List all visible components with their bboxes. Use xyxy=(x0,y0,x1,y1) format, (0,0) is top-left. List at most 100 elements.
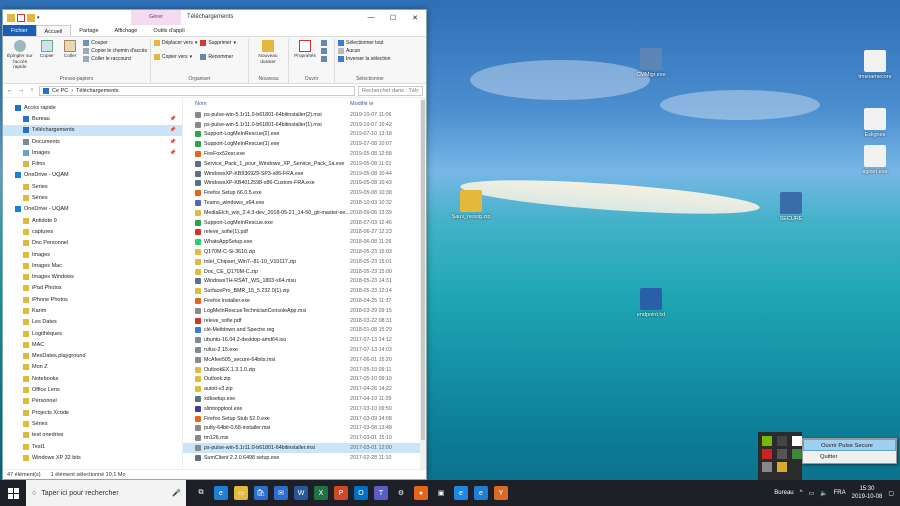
edge2-icon[interactable]: e xyxy=(474,486,488,500)
forward-button[interactable]: → xyxy=(17,87,25,94)
chevron-down-icon[interactable]: ▾ xyxy=(37,14,45,22)
sidebar-item[interactable]: MAC xyxy=(3,339,182,350)
file-row[interactable]: Doc_CE_Q170M-C.zip 2018-05-23 15:00 xyxy=(183,267,426,277)
sidebar-item[interactable]: Téléchargements 📌 xyxy=(3,124,182,136)
file-row[interactable]: ubuntu-16.04.2-desktop-amd64.iso 2017-07-… xyxy=(183,335,426,345)
desktop-icon[interactable]: tmsnamecore xyxy=(852,50,898,80)
menu-item-quit[interactable]: Quitter xyxy=(803,451,896,463)
file-row[interactable]: ps-pulse-win-5.1r11.0-b61801-64bitinstal… xyxy=(183,120,426,130)
file-row[interactable]: WindowsXP-KB936929-SP3-x86-FRA.exe 2019-0… xyxy=(183,169,426,179)
notification-icon[interactable]: ▢ xyxy=(888,490,894,497)
search-input[interactable]: Rechercher dans : Téléchargements⌕ xyxy=(358,85,423,96)
file-row[interactable]: releve_sofie.pdf 2018-03-22 08:31 xyxy=(183,316,426,326)
up-button[interactable]: ↑ xyxy=(28,87,36,94)
sidebar-item[interactable]: iPad Photos xyxy=(3,283,182,294)
file-row[interactable]: ps-pulse-win-5.1r11.0-b61801-64bitinstal… xyxy=(183,110,426,120)
minimize-button[interactable]: — xyxy=(360,10,382,25)
tab-file[interactable]: Fichier xyxy=(3,25,36,36)
explorer-icon[interactable]: ▭ xyxy=(234,486,248,500)
file-row[interactable]: clé-Meltdown and Spectre.reg 2018-01-08 1… xyxy=(183,326,426,336)
breadcrumb-downloads[interactable]: Téléchargements xyxy=(76,88,119,94)
chevron-up-icon[interactable]: ^ xyxy=(800,490,803,496)
column-date[interactable]: Modifié le xyxy=(350,101,374,107)
sidebar-item[interactable]: test onedrive xyxy=(3,430,182,441)
file-row[interactable]: WhatsAppSetup.exe 2018-06-08 11:26 xyxy=(183,237,426,247)
file-row[interactable]: rufus-2.15.exe 2017-07-13 14:03 xyxy=(183,345,426,355)
open-icon[interactable] xyxy=(321,40,327,46)
desktop-label[interactable]: Bureau xyxy=(774,490,793,496)
invert-selection-button[interactable]: Inverser la sélection xyxy=(338,56,390,62)
file-row[interactable]: slimtopptool.exe 2017-03-10 09:50 xyxy=(183,404,426,414)
new-folder-icon[interactable] xyxy=(27,13,35,22)
sidebar-item[interactable]: Notebooks xyxy=(3,373,182,384)
firefox-icon[interactable]: ● xyxy=(414,486,428,500)
menu-item-open-pulse[interactable]: Ouvrir Pulse Secure xyxy=(803,439,896,451)
sidebar-item[interactable]: Antidote 9 xyxy=(3,215,182,226)
sidebar-item[interactable]: Karim xyxy=(3,305,182,316)
shield-icon[interactable] xyxy=(792,449,802,459)
file-row[interactable]: Support-LogMeInRescue(2).exe 2019-07-10 1… xyxy=(183,130,426,140)
desktop-icon[interactable]: SECURE xyxy=(768,192,814,222)
sidebar-item[interactable]: Series xyxy=(3,181,182,192)
sidebar-item[interactable]: iPhone Photos xyxy=(3,294,182,305)
move-to-button[interactable]: Déplacer vers ▾ xyxy=(154,40,197,46)
history-icon[interactable] xyxy=(321,56,327,62)
copy-path-button[interactable]: Copier le chemin d'accès xyxy=(83,48,147,54)
rename-button[interactable]: Renommer xyxy=(200,54,236,60)
file-row[interactable]: Support-LogMeInRescue(1).exe 2019-07-08 1… xyxy=(183,139,426,149)
file-row[interactable]: Teams_windows_x64.exe 2018-10-03 10:32 xyxy=(183,198,426,208)
edge-icon[interactable]: e xyxy=(214,486,228,500)
file-row[interactable]: Support-LogMeInRescue.exe 2018-07-03 12:4… xyxy=(183,218,426,228)
tray-icon[interactable] xyxy=(762,462,772,472)
tray-icon[interactable] xyxy=(777,462,787,472)
excel-icon[interactable]: X xyxy=(314,486,328,500)
settings-icon[interactable]: ⚙ xyxy=(394,486,408,500)
address-box[interactable]: Ce PC › Téléchargements xyxy=(39,85,355,96)
select-all-button[interactable]: Sélectionner tout xyxy=(338,40,390,46)
file-row[interactable]: tm126.msi 2017-03-01 15:10 xyxy=(183,433,426,443)
sidebar-item[interactable]: Images Windows xyxy=(3,271,182,282)
file-row[interactable]: LogMeInRescueTechnicianConsoleApp.msi 201… xyxy=(183,306,426,316)
file-row[interactable]: releve_sofie(1).pdf 2018-06-27 12:23 xyxy=(183,228,426,238)
store-icon[interactable]: 🛍 xyxy=(254,486,268,500)
taskbar-search[interactable]: ○ Taper ici pour rechercher 🎤 xyxy=(26,480,186,506)
copy-to-button[interactable]: Copier vers ▾ xyxy=(154,54,197,60)
tab-app-tools[interactable]: Outils d'appli xyxy=(145,25,192,36)
sidebar-item[interactable]: Films xyxy=(3,158,182,169)
back-button[interactable]: ← xyxy=(6,87,14,94)
maximize-button[interactable]: ☐ xyxy=(382,10,404,25)
file-row[interactable]: McAfee505_secure-64bits.msi 2017-06-01 15… xyxy=(183,355,426,365)
file-row[interactable]: Q170M-C-Si-3610.zip 2018-05-23 15:03 xyxy=(183,247,426,257)
clock[interactable]: 15:30 2019-10-08 xyxy=(852,485,883,501)
outlook-icon[interactable]: O xyxy=(354,486,368,500)
sidebar-item[interactable]: Accès rapide xyxy=(3,102,182,113)
desktop-icon[interactable]: endpoint.txt xyxy=(628,288,674,318)
delete-button[interactable]: Supprimer ▾ xyxy=(200,40,236,46)
file-row[interactable]: Firefox Installer.exe 2018-04-25 11:37 xyxy=(183,296,426,306)
tray-icon[interactable] xyxy=(777,449,787,459)
sidebar-item[interactable]: Logithèques xyxy=(3,328,182,339)
column-name[interactable]: Nom xyxy=(183,101,350,107)
sidebar-item[interactable]: Images Mac xyxy=(3,260,182,271)
sidebar-item[interactable]: Doc Personnel xyxy=(3,238,182,249)
mcafee-icon[interactable] xyxy=(762,449,772,459)
file-row[interactable]: WindowsTH-RSAT_WS_1803-x64.msu 2018-05-23… xyxy=(183,277,426,287)
sidebar-item[interactable]: Test1 xyxy=(3,441,182,452)
language-indicator[interactable]: FRA xyxy=(834,490,846,496)
desktop-icon[interactable]: Sauv_ressig.zip xyxy=(448,190,494,220)
file-row[interactable]: ps-pulse-win-5.1r11.0-b61801-64bitinstal… xyxy=(183,443,426,453)
properties-icon[interactable] xyxy=(17,13,25,22)
remote-icon[interactable]: ▣ xyxy=(434,486,448,500)
tab-home[interactable]: Accueil xyxy=(35,25,72,36)
sidebar-item[interactable]: Les Dates xyxy=(3,317,182,328)
paste-shortcut-button[interactable]: Coller le raccourci xyxy=(83,56,147,62)
sidebar-item[interactable]: OneDrive - UQAM xyxy=(3,170,182,181)
file-row[interactable]: OutlookEX 1.3.1.0.zip 2017-05-10 09:11 xyxy=(183,365,426,375)
file-row[interactable]: SurfacePro_BMR_15_5.232.0(1).zip 2018-05-… xyxy=(183,286,426,296)
tab-share[interactable]: Partage xyxy=(71,25,106,36)
sidebar-item[interactable]: Office Lens xyxy=(3,384,182,395)
start-button[interactable] xyxy=(0,480,26,506)
sidebar-item[interactable]: Bureau 📌 xyxy=(3,113,182,124)
microphone-icon[interactable]: 🎤 xyxy=(172,489,181,497)
scroll-thumb[interactable] xyxy=(421,100,425,440)
